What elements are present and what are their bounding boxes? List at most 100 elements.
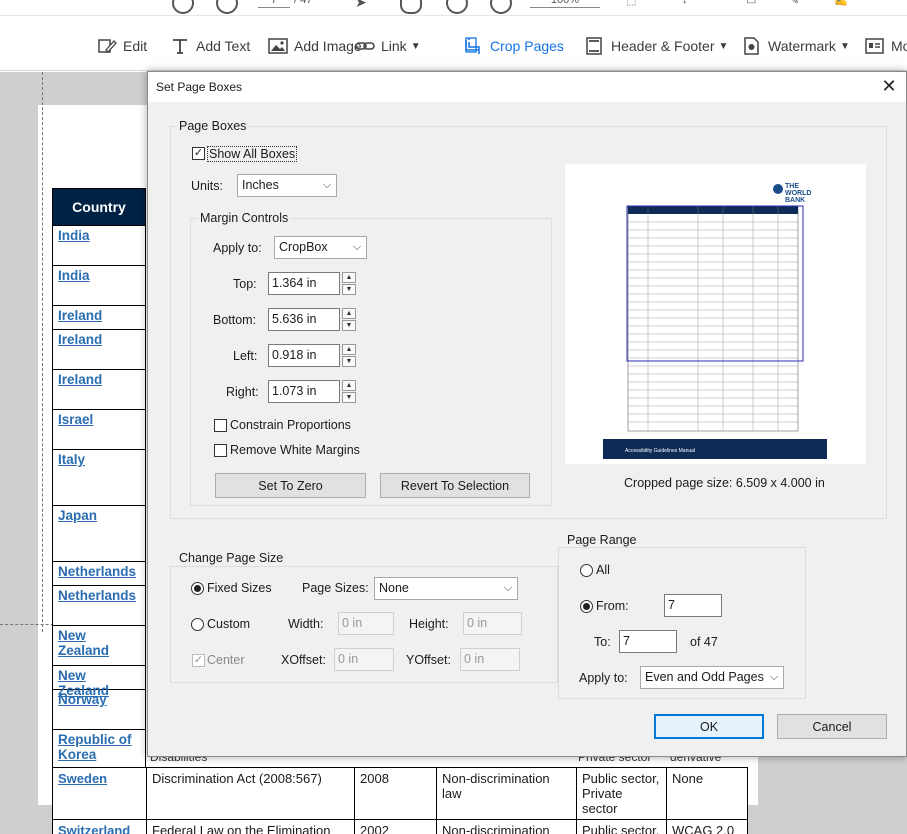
width-input[interactable]: 0 in xyxy=(338,612,394,635)
from-input[interactable]: 7 xyxy=(664,594,722,617)
page-range-label: Page Range xyxy=(565,533,639,547)
stepper-up-icon[interactable]: ▲ xyxy=(342,380,356,391)
cursor-icon[interactable]: ➤ xyxy=(355,0,369,10)
show-all-boxes-label: Show All Boxes xyxy=(207,146,298,162)
country-link[interactable]: Japan xyxy=(52,506,146,562)
yoffset-label: YOffset: xyxy=(406,653,451,667)
country-link[interactable]: Israel xyxy=(52,410,146,450)
country-link[interactable]: Norway xyxy=(52,690,146,730)
stepper-up-icon[interactable]: ▲ xyxy=(342,308,356,319)
right-margin-input[interactable]: 1.073 in xyxy=(268,380,340,403)
country-link[interactable]: Ireland xyxy=(52,370,146,410)
page-total: / 47 xyxy=(294,0,313,6)
custom-radio[interactable] xyxy=(191,618,204,631)
scope-cell: Public sector, Private sector xyxy=(576,767,667,820)
yoffset-input[interactable]: 0 in xyxy=(460,648,520,671)
apply-to-select[interactable]: CropBox ⌵ xyxy=(274,236,367,259)
page-sizes-value: None xyxy=(379,581,409,595)
text-icon xyxy=(170,37,190,55)
stepper-down-icon[interactable]: ▼ xyxy=(342,392,356,403)
stepper-up-icon[interactable]: ▲ xyxy=(342,344,356,355)
top-margin-input[interactable]: 1.364 in xyxy=(268,272,340,295)
all-pages-radio[interactable] xyxy=(580,564,593,577)
page-number-input[interactable]: 7 xyxy=(258,0,290,8)
zoom-out-icon[interactable] xyxy=(446,0,468,14)
more-button[interactable]: Mo xyxy=(865,37,907,55)
country-link[interactable]: Ireland xyxy=(52,330,146,370)
highlight-icon[interactable]: ✎ xyxy=(790,0,806,8)
set-page-boxes-dialog: Set Page Boxes ✕ Page Boxes ✓ Show All B… xyxy=(147,71,907,757)
left-margin-input[interactable]: 0.918 in xyxy=(268,344,340,367)
add-image-button[interactable]: Add Image xyxy=(268,37,362,55)
stepper-down-icon[interactable]: ▼ xyxy=(342,284,356,295)
top-margin-stepper[interactable]: ▲ ▼ xyxy=(342,272,356,295)
country-link[interactable]: Ireland xyxy=(52,306,146,330)
dialog-title: Set Page Boxes xyxy=(156,80,243,94)
revert-to-selection-button[interactable]: Revert To Selection xyxy=(380,473,530,498)
sign-icon[interactable]: ✍ xyxy=(834,0,850,8)
country-link[interactable]: Netherlands xyxy=(52,586,146,626)
fit-page-icon[interactable]: ⬚ xyxy=(626,0,642,8)
constrain-proportions-checkbox[interactable] xyxy=(214,419,227,432)
link-icon xyxy=(355,37,375,55)
units-select[interactable]: Inches ⌵ xyxy=(237,174,337,197)
country-link[interactable]: Italy xyxy=(52,450,146,506)
xoffset-label: XOffset: xyxy=(281,653,326,667)
range-apply-to-select[interactable]: Even and Odd Pages ⌵ xyxy=(640,666,784,689)
xoffset-input[interactable]: 0 in xyxy=(334,648,394,671)
left-margin-stepper[interactable]: ▲ ▼ xyxy=(342,344,356,367)
fixed-sizes-radio[interactable] xyxy=(191,582,204,595)
law-cell: Federal Law on the Elimination xyxy=(146,819,355,834)
zoom-level[interactable]: 100% xyxy=(530,0,600,8)
show-all-boxes-checkbox[interactable]: ✓ xyxy=(192,147,205,160)
page-sizes-select[interactable]: None ⌵ xyxy=(374,577,518,600)
header-footer-icon xyxy=(585,37,605,55)
scroll-icon[interactable]: ↓ xyxy=(682,0,698,8)
info-icon[interactable] xyxy=(172,0,194,14)
right-label: Right: xyxy=(226,385,259,399)
more-icon xyxy=(865,37,885,55)
from-radio[interactable] xyxy=(580,600,593,613)
header-footer-button[interactable]: Header & Footer ▼ xyxy=(585,37,728,55)
zoom-in-icon[interactable] xyxy=(490,0,512,14)
link-button[interactable]: Link ▼ xyxy=(355,37,421,55)
stepper-down-icon[interactable]: ▼ xyxy=(342,356,356,367)
country-link[interactable]: India xyxy=(52,266,146,306)
custom-label: Custom xyxy=(207,617,251,631)
bottom-margin-input[interactable]: 5.636 in xyxy=(268,308,340,331)
bottom-margin-stepper[interactable]: ▲ ▼ xyxy=(342,308,356,331)
hand-icon[interactable] xyxy=(400,0,422,14)
cancel-button[interactable]: Cancel xyxy=(777,714,887,739)
remove-white-margins-checkbox[interactable] xyxy=(214,444,227,457)
country-link[interactable]: Republic of Korea xyxy=(52,730,146,770)
ok-button[interactable]: OK xyxy=(654,714,764,739)
download-icon[interactable] xyxy=(216,0,238,14)
standard-cell: None xyxy=(666,767,748,820)
page-sizes-label: Page Sizes: xyxy=(302,581,369,595)
right-margin-stepper[interactable]: ▲ ▼ xyxy=(342,380,356,403)
stepper-down-icon[interactable]: ▼ xyxy=(342,320,356,331)
country-link[interactable]: New Zealand xyxy=(52,626,146,666)
height-input[interactable]: 0 in xyxy=(463,612,522,635)
country-link[interactable]: New Zealand xyxy=(52,666,146,698)
left-label: Left: xyxy=(233,349,258,363)
to-input[interactable]: 7 xyxy=(619,630,677,653)
remove-white-margins-label: Remove White Margins xyxy=(230,443,360,457)
comment-icon[interactable]: ▭ xyxy=(746,0,762,8)
edit-button[interactable]: Edit xyxy=(97,37,147,55)
add-text-button[interactable]: Add Text xyxy=(170,37,250,55)
crop-pages-button[interactable]: Crop Pages xyxy=(464,37,564,55)
close-icon[interactable]: ✕ xyxy=(878,75,900,97)
country-link[interactable]: Netherlands xyxy=(52,562,146,586)
apply-to-value: CropBox xyxy=(279,240,328,254)
watermark-button[interactable]: Watermark ▼ xyxy=(742,37,850,55)
country-link[interactable]: Sweden xyxy=(52,767,147,820)
country-link[interactable]: India xyxy=(52,226,146,266)
stepper-up-icon[interactable]: ▲ xyxy=(342,272,356,283)
set-to-zero-button[interactable]: Set To Zero xyxy=(215,473,366,498)
country-link[interactable]: Switzerland xyxy=(52,819,147,834)
chevron-down-icon: ⌵ xyxy=(352,241,362,253)
center-checkbox[interactable]: ✓ xyxy=(192,654,205,667)
preview-footer-text: Accessibility Guidelines Manual xyxy=(625,448,695,454)
table-header-country: Country xyxy=(52,188,146,226)
